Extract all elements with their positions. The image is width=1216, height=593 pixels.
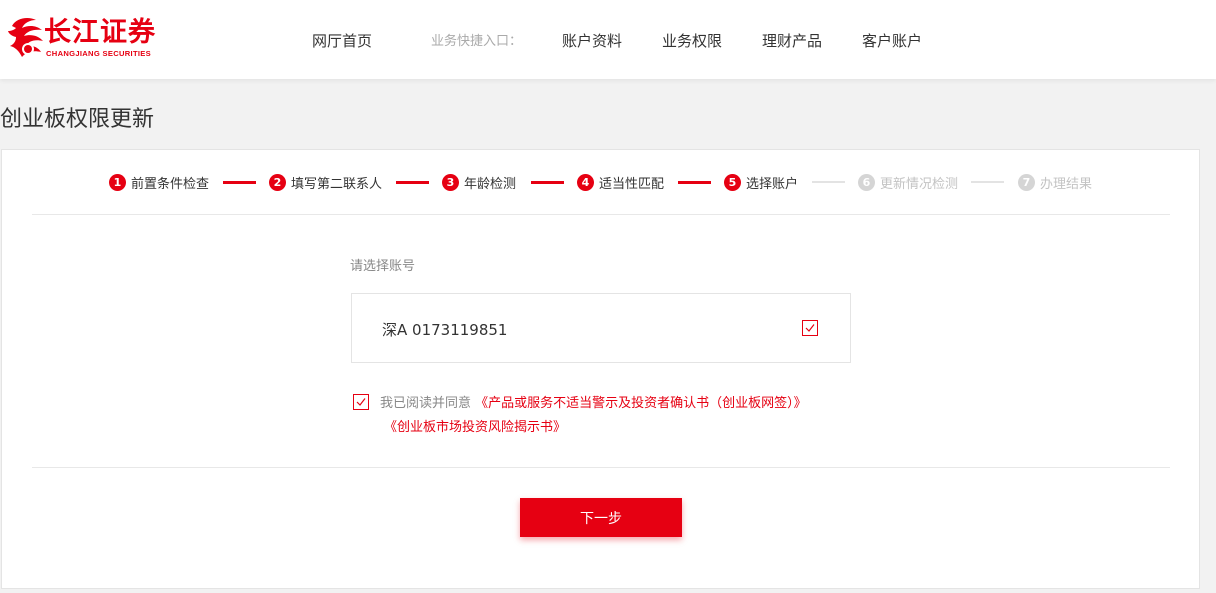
divider (32, 467, 1170, 468)
step-number: 2 (269, 173, 286, 191)
select-account-label: 请选择账号 (350, 259, 416, 274)
step-connector (812, 181, 845, 183)
step-7: 7 办理结果 (1018, 173, 1093, 192)
step-label: 适当性匹配 (599, 176, 665, 192)
brand-name-en: CHANGJIANG SECURITIES (46, 49, 152, 58)
step-label: 更新情况检测 (880, 176, 959, 192)
step-1: 1 前置条件检查 (109, 173, 210, 192)
top-header: 长江证券 CHANGJIANG SECURITIES 网厅首页 业务快捷入口： … (0, 0, 1216, 79)
risk-warning-doc-link[interactable]: 《产品或服务不适当警示及投资者确认书（创业板网签）》 (475, 396, 807, 411)
brand-logo[interactable]: 长江证券 CHANGJIANG SECURITIES (6, 16, 171, 62)
nav-quick-entry-label: 业务快捷入口： (431, 34, 523, 49)
step-number: 4 (577, 173, 594, 191)
step-number: 6 (858, 173, 875, 191)
step-connector (396, 181, 429, 184)
step-label: 前置条件检查 (131, 176, 210, 192)
nav-customer-account[interactable]: 客户账户 (862, 31, 922, 51)
nav-business-permission[interactable]: 业务权限 (662, 31, 722, 51)
page-title: 创业板权限更新 (0, 107, 155, 132)
nav-home[interactable]: 网厅首页 (312, 31, 372, 51)
divider (32, 214, 1170, 215)
step-label: 年龄检测 (464, 176, 517, 192)
step-number: 1 (109, 173, 126, 191)
agreement-checkbox[interactable] (353, 394, 369, 410)
nav-account-info[interactable]: 账户资料 (562, 31, 622, 51)
checkmark-icon (805, 324, 815, 332)
risk-disclosure-doc-link[interactable]: 《创业板市场投资风险揭示书》 (384, 420, 566, 435)
next-step-button[interactable]: 下一步 (520, 498, 682, 537)
step-label: 办理结果 (1040, 176, 1093, 192)
agreement-text: 我已阅读并同意 《产品或服务不适当警示及投资者确认书（创业板网签）》 《创业板市… (380, 392, 807, 440)
account-option[interactable]: 深A 0173119851 (351, 293, 851, 363)
account-number: 深A 0173119851 (382, 321, 508, 339)
step-2: 2 填写第二联系人 (269, 173, 383, 192)
phoenix-logo-icon (8, 18, 43, 57)
account-checkbox[interactable] (802, 320, 818, 336)
step-6: 6 更新情况检测 (858, 173, 959, 192)
step-number: 3 (442, 173, 459, 191)
checkmark-icon (356, 398, 366, 406)
step-3: 3 年龄检测 (442, 173, 517, 192)
nav-wealth-products[interactable]: 理财产品 (762, 31, 822, 51)
step-number: 5 (724, 173, 741, 191)
step-4: 4 适当性匹配 (577, 173, 665, 192)
step-connector (223, 181, 256, 184)
brand-name-cn: 长江证券 (44, 17, 156, 48)
step-connector (971, 181, 1004, 183)
step-label: 填写第二联系人 (291, 176, 383, 192)
step-number: 7 (1018, 173, 1035, 191)
step-connector (531, 181, 564, 184)
step-label: 选择账户 (746, 176, 799, 192)
step-connector (678, 181, 711, 184)
step-5: 5 选择账户 (724, 173, 799, 192)
agreement-prefix: 我已阅读并同意 (380, 396, 472, 411)
content-card: 1 前置条件检查 2 填写第二联系人 3 年龄检测 4 适当性匹配 5 选择账户… (1, 149, 1200, 589)
